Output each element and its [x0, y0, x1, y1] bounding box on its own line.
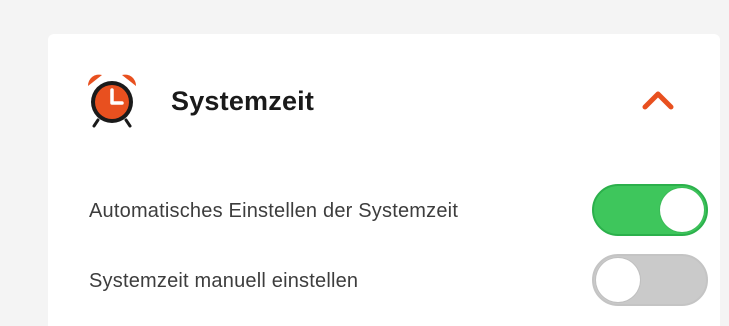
manual-time-toggle[interactable]	[592, 254, 708, 306]
systemzeit-card: Systemzeit Automatisches Einstellen der …	[48, 34, 720, 326]
toggle-knob	[660, 188, 704, 232]
setting-label-auto-time: Automatisches Einstellen der Systemzeit	[89, 200, 459, 222]
setting-label-manual-time: Systemzeit manuell einstellen	[89, 270, 359, 292]
chevron-up-icon	[641, 89, 675, 116]
section-title: Systemzeit	[171, 86, 315, 116]
setting-row-manual-time: Systemzeit manuell einstellen	[48, 254, 720, 310]
auto-time-toggle[interactable]	[592, 184, 708, 236]
settings-page: Systemzeit Automatisches Einstellen der …	[0, 0, 729, 326]
setting-row-auto-time: Automatisches Einstellen der Systemzeit	[48, 184, 720, 240]
alarm-clock-icon	[82, 70, 142, 130]
section-header[interactable]: Systemzeit	[48, 64, 720, 136]
toggle-knob	[596, 258, 640, 302]
collapse-button[interactable]	[636, 80, 680, 124]
